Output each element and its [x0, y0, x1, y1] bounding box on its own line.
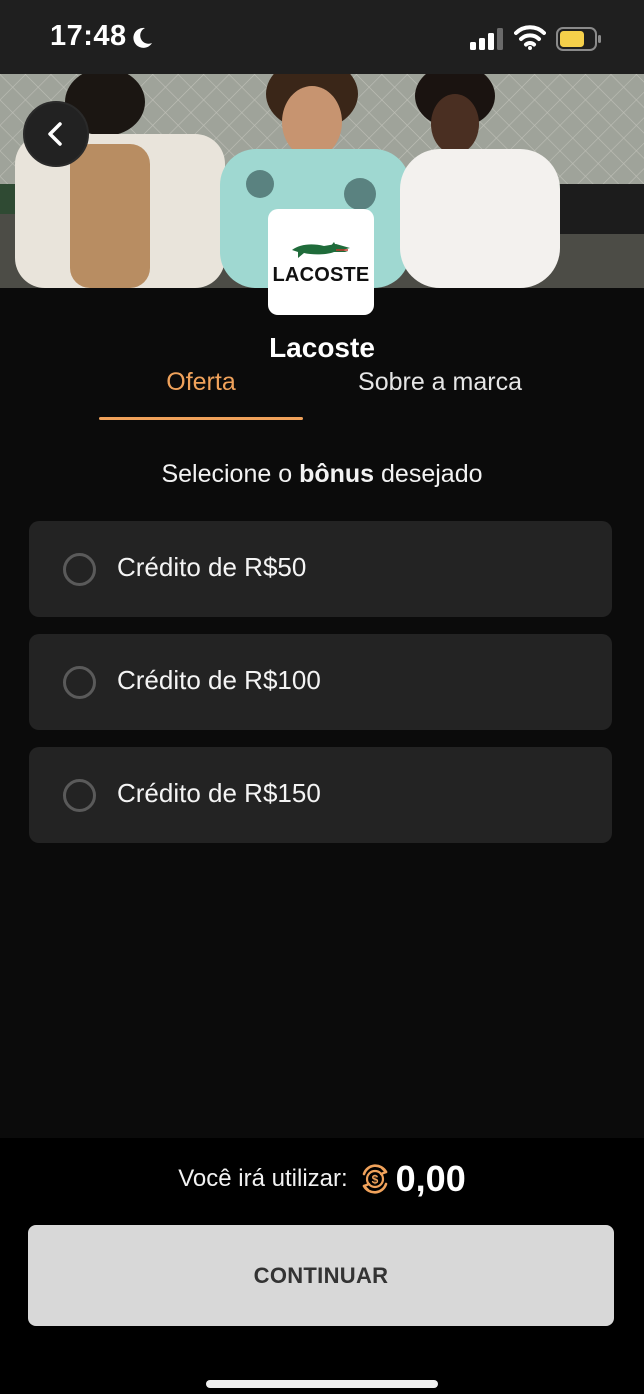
- moon-icon: [133, 27, 152, 48]
- battery-icon: [556, 27, 601, 51]
- signal-icon: [470, 28, 503, 50]
- bonus-option-label: Crédito de R$100: [117, 665, 321, 695]
- radio-button[interactable]: [63, 779, 96, 812]
- wifi-icon: [514, 25, 546, 50]
- bonus-option-label: Crédito de R$150: [117, 778, 321, 808]
- prompt-text-before: Selecione o: [161, 460, 300, 488]
- brand-name: Lacoste: [269, 332, 375, 363]
- svg-text:$: $: [371, 1173, 378, 1187]
- status-time: 17:48: [50, 20, 127, 52]
- bonus-option-label: Crédito de R$50: [117, 552, 307, 582]
- usage-summary: Você irá utilizar: $ 0,00: [0, 1158, 644, 1200]
- usage-amount: 0,00: [395, 1158, 466, 1199]
- usage-label: Você irá utilizar:: [178, 1165, 348, 1192]
- brand-logo: LACOSTE: [268, 209, 374, 315]
- bonus-option-150[interactable]: Crédito de R$150: [29, 747, 612, 843]
- bonus-option-50[interactable]: Crédito de R$50: [29, 521, 612, 617]
- active-tab-indicator: [99, 417, 303, 420]
- tab-sobre-a-marca[interactable]: Sobre a marca: [340, 368, 540, 397]
- bonus-option-100[interactable]: Crédito de R$100: [29, 634, 612, 730]
- continue-button[interactable]: CONTINUAR: [28, 1225, 614, 1326]
- brand-wordmark: LACOSTE: [272, 263, 370, 286]
- prompt-text-after: desejado: [374, 460, 483, 488]
- chevron-left-icon: [48, 122, 62, 146]
- back-button[interactable]: [23, 101, 89, 167]
- crocodile-logo-icon: [292, 241, 350, 258]
- coin-icon: $: [362, 1164, 387, 1194]
- bonus-prompt: Selecione o bônus desejado: [0, 460, 644, 489]
- home-indicator[interactable]: [206, 1380, 438, 1388]
- tab-oferta[interactable]: Oferta: [99, 368, 303, 397]
- status-bar: 17:48: [0, 0, 644, 74]
- prompt-text-bold: bônus: [299, 460, 375, 488]
- radio-button[interactable]: [63, 553, 96, 586]
- radio-button[interactable]: [63, 666, 96, 699]
